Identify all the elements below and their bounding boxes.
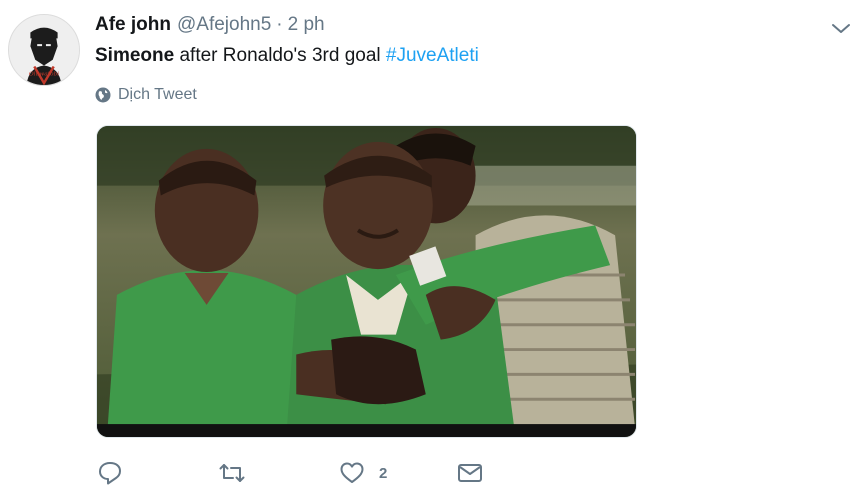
- user-handle[interactable]: @Afejohn5: [177, 14, 271, 36]
- translate-tweet-link[interactable]: Dịch Tweet: [95, 86, 197, 104]
- hashtag-link[interactable]: #JuveAtleti: [386, 45, 479, 66]
- tweet-text: Simeone after Ronaldo's 3rd goal #JuveAt…: [95, 45, 479, 67]
- like-count: 2: [379, 464, 388, 482]
- translate-label: Dịch Tweet: [118, 86, 197, 103]
- chevron-down-icon[interactable]: [828, 18, 854, 38]
- globe-icon: [95, 87, 111, 103]
- reply-button[interactable]: [97, 460, 123, 486]
- retweet-icon: [219, 464, 245, 482]
- display-name[interactable]: Afe john: [95, 14, 171, 36]
- avatar[interactable]: Oluwatobi: [8, 14, 80, 86]
- tweet-text-body: after Ronaldo's 3rd goal: [174, 45, 386, 66]
- separator-dot: ·: [276, 14, 283, 35]
- tweet-text-bold: Simeone: [95, 45, 175, 66]
- retweet-button[interactable]: [219, 460, 245, 486]
- envelope-icon: [458, 464, 482, 482]
- photo-image: [97, 126, 636, 437]
- tweet-header: Afe john @Afejohn5 · 2 ph: [95, 14, 325, 40]
- avatar-caption: Oluwatobi: [29, 71, 59, 77]
- like-button[interactable]: 2: [339, 460, 387, 486]
- avatar-image: Oluwatobi: [9, 15, 79, 85]
- direct-message-button[interactable]: [457, 460, 483, 486]
- tweet-photo[interactable]: [96, 125, 637, 438]
- reply-icon: [99, 462, 121, 485]
- timestamp[interactable]: 2 ph: [288, 14, 325, 36]
- tweet-actions: 2: [97, 460, 517, 490]
- tweet-card[interactable]: Oluwatobi Afe john @Afejohn5 · 2 ph Sime…: [0, 0, 855, 492]
- heart-icon: [340, 462, 364, 483]
